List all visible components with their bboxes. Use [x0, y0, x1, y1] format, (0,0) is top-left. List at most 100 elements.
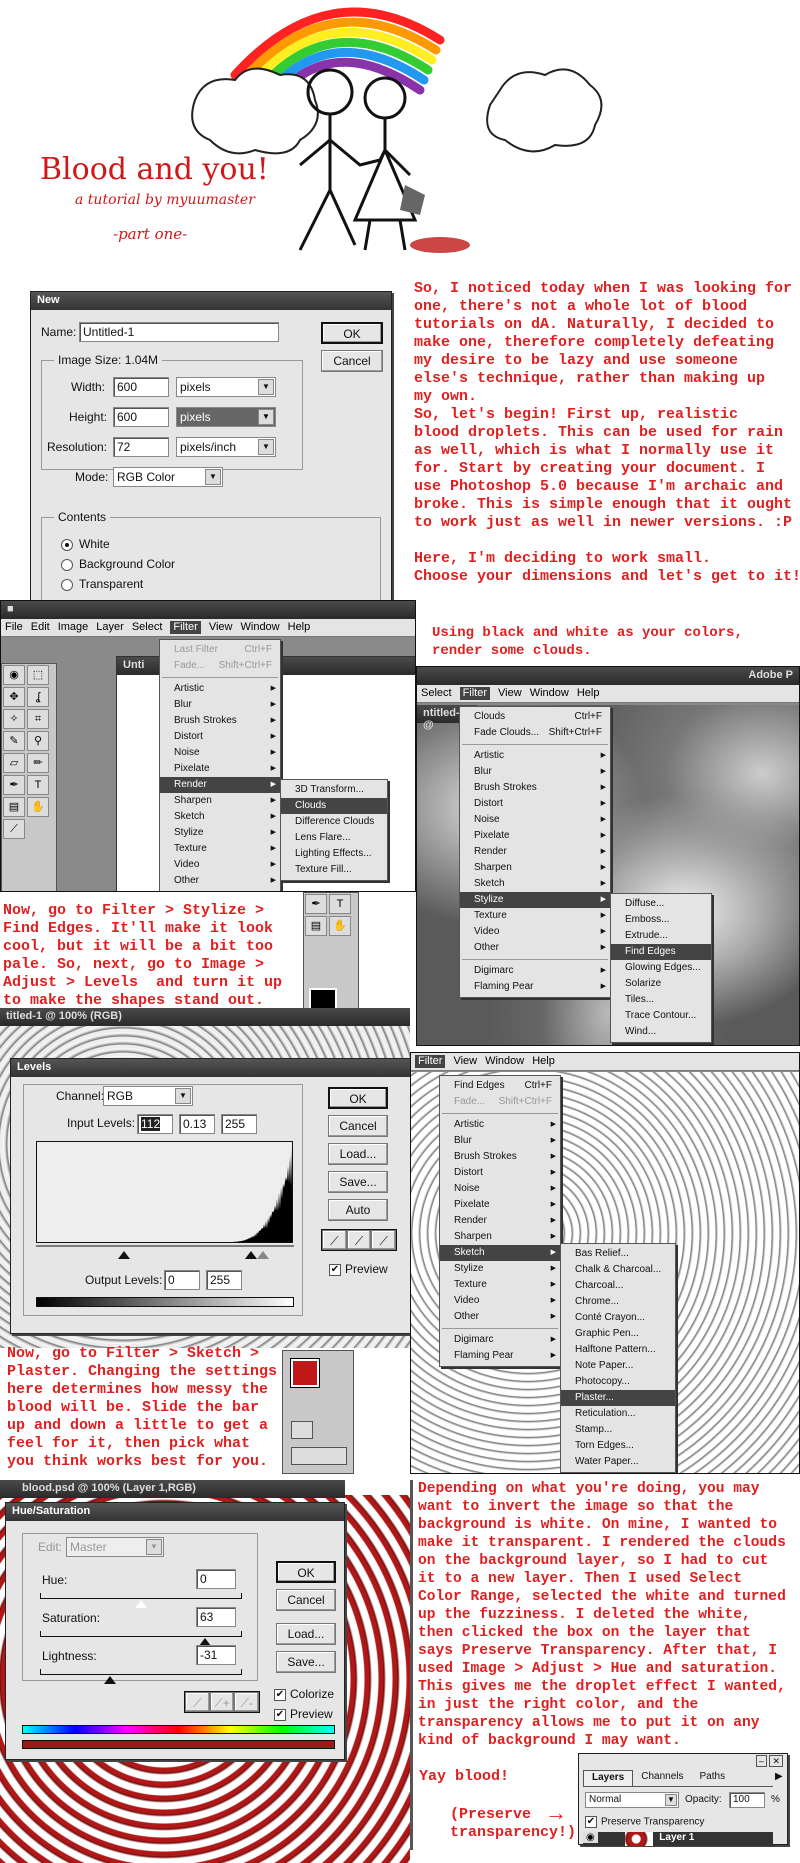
menu-item[interactable]: Note Paper...	[561, 1358, 675, 1374]
name-input[interactable]: Untitled-1	[79, 322, 279, 342]
hue-input[interactable]: 0	[196, 1569, 236, 1589]
ok-button[interactable]: OK	[276, 1561, 336, 1583]
menu-item[interactable]: Extrude...	[611, 928, 711, 944]
menu-view[interactable]: View	[498, 687, 522, 700]
menu-item[interactable]: Texture Fill...	[281, 862, 387, 878]
menu-item[interactable]: Difference Clouds	[281, 814, 387, 830]
menu-item[interactable]: Blur	[440, 1133, 560, 1149]
eyedropper-icon[interactable]: ⟋	[3, 819, 25, 839]
menu-item[interactable]: Flaming Pear	[440, 1348, 560, 1364]
menu-item[interactable]: Pixelate	[160, 761, 280, 777]
input-white-slider[interactable]	[257, 1251, 269, 1259]
saturation-input[interactable]: 63	[196, 1607, 236, 1627]
menu-window[interactable]: Window	[530, 687, 569, 700]
menu-window[interactable]: Window	[485, 1055, 524, 1068]
menu-select[interactable]: Select	[421, 687, 452, 700]
input-level-black[interactable]: 112	[137, 1114, 173, 1134]
menu-item[interactable]: Pixelate	[460, 828, 610, 844]
menu-item[interactable]: Video	[460, 924, 610, 940]
menu-item[interactable]: Diffuse...	[611, 896, 711, 912]
move-icon[interactable]: ✥	[3, 687, 25, 707]
quick-mask-icon[interactable]	[291, 1421, 313, 1439]
gray-eyedropper-icon[interactable]: ⟋	[346, 1230, 372, 1250]
menu-item[interactable]: Find Edges	[611, 944, 711, 960]
menu-item[interactable]: Reticulation...	[561, 1406, 675, 1422]
height-input[interactable]: 600	[113, 407, 169, 427]
eye-icon[interactable]: ◉	[583, 1832, 598, 1843]
menu-item[interactable]: Emboss...	[611, 912, 711, 928]
menu-item[interactable]: Sharpen	[160, 793, 280, 809]
mode-select[interactable]: RGB Color ▼	[113, 467, 223, 487]
preview-checkbox[interactable]: ✔ Preview	[329, 1262, 388, 1276]
menu-item[interactable]: Lens Flare...	[281, 830, 387, 846]
menu-item[interactable]: Other	[460, 940, 610, 956]
opacity-input[interactable]: 100	[729, 1792, 765, 1808]
gradient-icon[interactable]: ▤	[3, 797, 25, 817]
auto-button[interactable]: Auto	[328, 1199, 388, 1221]
load-button[interactable]: Load...	[328, 1143, 388, 1165]
menu-item[interactable]: Tiles...	[611, 992, 711, 1008]
menu-filter[interactable]: Filter	[459, 687, 491, 700]
menu-item[interactable]: Clouds	[281, 798, 387, 814]
menu-item[interactable]: 3D Transform...	[281, 782, 387, 798]
eye-icon[interactable]: ◉	[3, 665, 25, 685]
output-level-white[interactable]: 255	[206, 1270, 242, 1290]
menu-item[interactable]: Distort	[440, 1165, 560, 1181]
colorize-checkbox[interactable]: ✔ Colorize	[274, 1687, 334, 1701]
menu-item[interactable]: Plaster...	[561, 1390, 675, 1406]
resolution-input[interactable]: 72	[113, 437, 169, 457]
menu-item[interactable]: Trace Contour...	[611, 1008, 711, 1024]
menu-item[interactable]: Lighting Effects...	[281, 846, 387, 862]
menu-item[interactable]: Photocopy...	[561, 1374, 675, 1390]
saturation-slider-track[interactable]	[40, 1631, 242, 1637]
menu-layer[interactable]: Layer	[96, 621, 124, 634]
gradient-icon[interactable]: ▤	[305, 916, 327, 936]
menu-item[interactable]: Video	[160, 857, 280, 873]
menu-filter[interactable]: Filter	[170, 621, 201, 634]
edit-select[interactable]: Master ▼	[66, 1537, 164, 1557]
channel-select[interactable]: RGB ▼	[103, 1086, 193, 1106]
screen-mode-icon[interactable]	[291, 1447, 347, 1465]
black-eyedropper-icon[interactable]: ⟋	[322, 1230, 347, 1250]
input-level-white[interactable]: 255	[221, 1114, 257, 1134]
menu-item[interactable]: Brush Strokes	[160, 713, 280, 729]
input-level-gamma[interactable]: 0.13	[179, 1114, 215, 1134]
menu-item[interactable]: Water Paper...	[561, 1454, 675, 1470]
layer-row[interactable]: ◉ Layer 1	[583, 1832, 773, 1846]
panel-menu-icon[interactable]: ▶	[775, 1771, 783, 1782]
foreground-color-swatch[interactable]	[290, 1358, 320, 1388]
menu-item[interactable]: Noise	[440, 1181, 560, 1197]
menu-item[interactable]: Artistic	[460, 748, 610, 764]
menu-item[interactable]: Noise	[460, 812, 610, 828]
hue-slider-thumb[interactable]	[135, 1600, 147, 1608]
menu-item[interactable]: Brush Strokes	[460, 780, 610, 796]
stamp-icon[interactable]: ⚲	[27, 731, 49, 751]
menu-item[interactable]: Wind...	[611, 1024, 711, 1040]
output-level-black[interactable]: 0	[164, 1270, 200, 1290]
load-button[interactable]: Load...	[276, 1623, 336, 1645]
menu-item[interactable]: Texture	[440, 1277, 560, 1293]
eyedropper-plus-icon[interactable]: ⟋+	[209, 1692, 235, 1712]
menu-item[interactable]: Texture	[160, 841, 280, 857]
menu-select[interactable]: Select	[132, 621, 163, 634]
lightness-slider-thumb[interactable]	[103, 1676, 116, 1684]
lightness-slider-track[interactable]	[40, 1669, 242, 1675]
menu-help[interactable]: Help	[577, 687, 600, 700]
radio-transparent[interactable]: Transparent	[61, 577, 143, 591]
white-eyedropper-icon[interactable]: ⟋	[371, 1230, 397, 1250]
crop-icon[interactable]: ⌗	[27, 709, 49, 729]
menu-item[interactable]: Sharpen	[460, 860, 610, 876]
menu-item[interactable]: Conté Crayon...	[561, 1310, 675, 1326]
lasso-icon[interactable]: ʆ	[27, 687, 49, 707]
menu-item[interactable]: Stamp...	[561, 1422, 675, 1438]
menu-help[interactable]: Help	[532, 1055, 555, 1068]
menu-filter[interactable]: Filter	[415, 1055, 446, 1068]
type-icon[interactable]: T	[27, 775, 49, 795]
menu-item[interactable]: Distort	[460, 796, 610, 812]
menu-item[interactable]: Brush Strokes	[440, 1149, 560, 1165]
brush-icon[interactable]: ✎	[3, 731, 25, 751]
radio-background-color[interactable]: Background Color	[61, 557, 175, 571]
eyedropper-minus-icon[interactable]: ⟋-	[234, 1692, 260, 1712]
menu-item[interactable]: Render	[160, 777, 280, 793]
save-button[interactable]: Save...	[328, 1171, 388, 1193]
